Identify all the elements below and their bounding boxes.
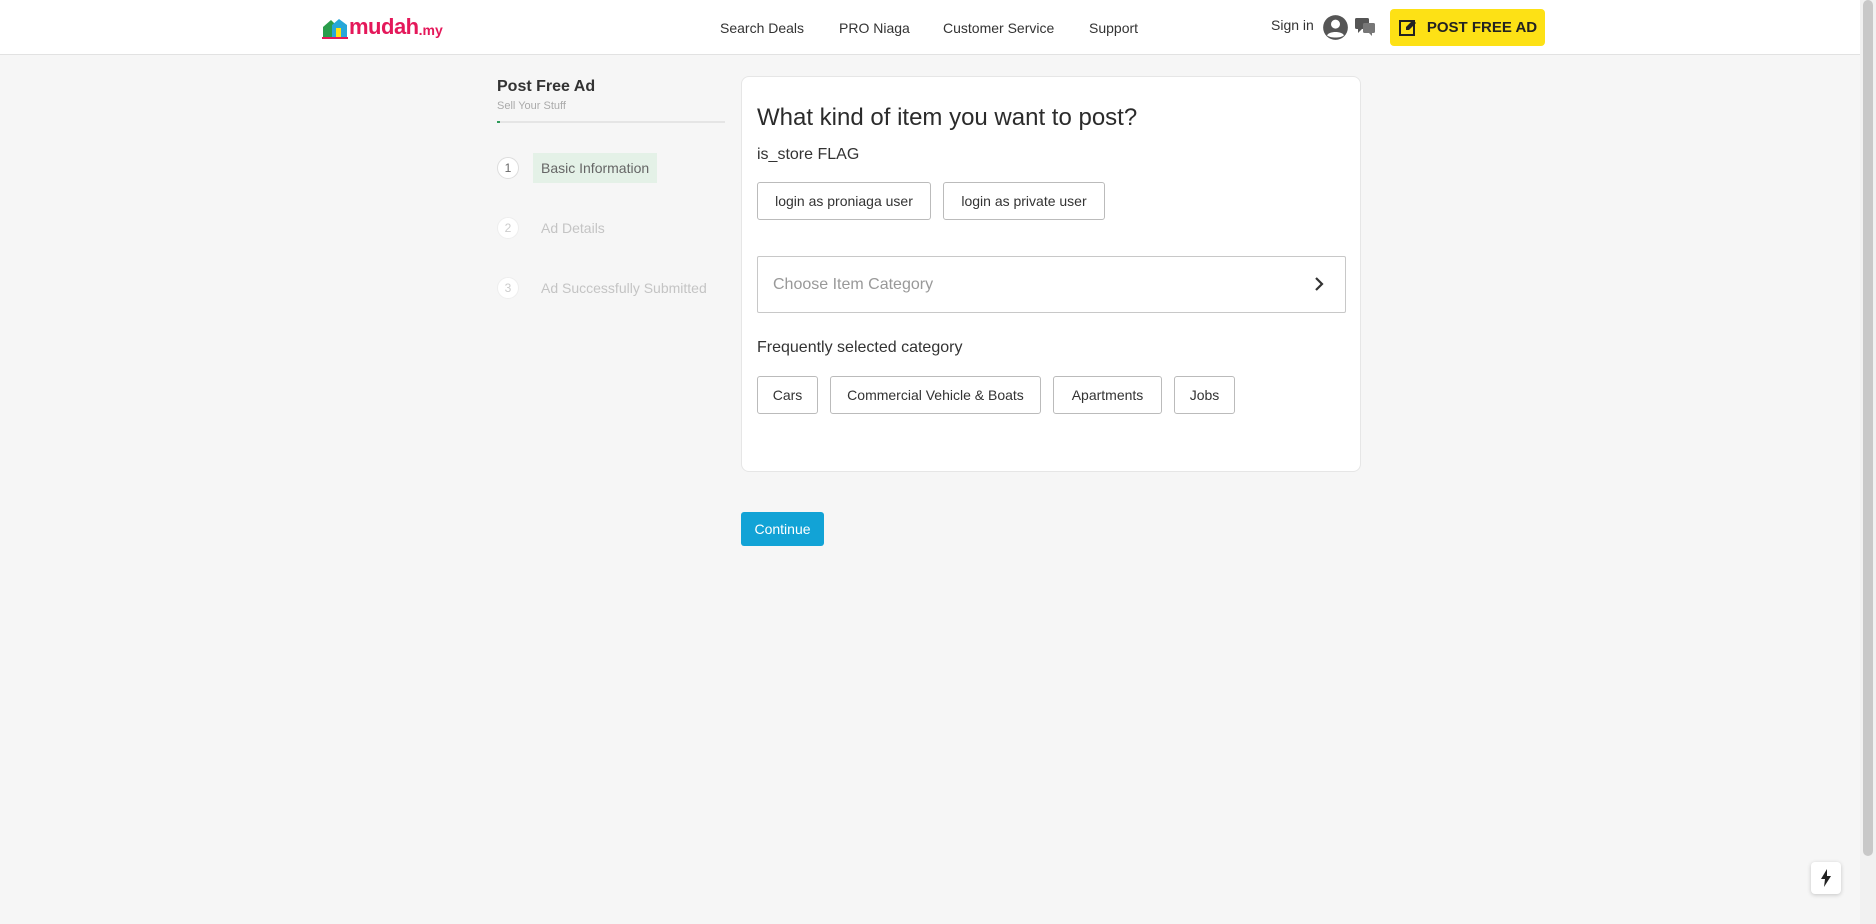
logo-suffix: .my: [418, 22, 443, 38]
step-label: Ad Successfully Submitted: [541, 280, 707, 296]
nav-search-deals[interactable]: Search Deals: [720, 20, 804, 36]
category-apartments-button[interactable]: Apartments: [1053, 376, 1162, 414]
mudah-logo[interactable]: mudah .my: [321, 14, 443, 40]
chat-icon[interactable]: [1354, 17, 1376, 42]
post-free-ad-label: POST FREE AD: [1426, 19, 1538, 36]
nav-support[interactable]: Support: [1089, 20, 1138, 36]
step-ad-details: 2 Ad Details: [497, 213, 613, 243]
sidebar-title: Post Free Ad: [497, 78, 596, 95]
top-header: mudah .my Search Deals PRO Niaga Custome…: [0, 0, 1860, 55]
step-label: Ad Details: [541, 220, 605, 236]
edit-icon: [1398, 18, 1418, 38]
lightning-bolt-icon[interactable]: [1811, 862, 1841, 894]
step-number: 3: [497, 277, 519, 299]
progress-bar: [497, 121, 725, 123]
sidebar-subtitle: Sell Your Stuff: [497, 100, 566, 112]
category-cars-button[interactable]: Cars: [757, 376, 818, 414]
logo-text: mudah: [349, 14, 419, 39]
card-title: What kind of item you want to post?: [757, 104, 1138, 131]
step-basic-information: 1 Basic Information: [497, 153, 658, 183]
category-commercial-vehicle-button[interactable]: Commercial Vehicle & Boats: [830, 376, 1041, 414]
step-ad-submitted: 3 Ad Successfully Submitted: [497, 273, 715, 303]
nav-pro-niaga[interactable]: PRO Niaga: [839, 20, 910, 36]
user-avatar-icon[interactable]: [1322, 14, 1349, 46]
nav-customer-service[interactable]: Customer Service: [943, 20, 1054, 36]
step-number: 2: [497, 217, 519, 239]
category-jobs-button[interactable]: Jobs: [1174, 376, 1235, 414]
chevron-right-icon: [1313, 275, 1325, 298]
post-free-ad-button[interactable]: POST FREE AD: [1390, 9, 1545, 46]
step-label: Basic Information: [533, 153, 658, 183]
scrollbar-thumb[interactable]: [1863, 0, 1873, 856]
page-scrollbar[interactable]: [1860, 0, 1876, 924]
login-private-button[interactable]: login as private user: [943, 182, 1105, 220]
category-placeholder: Choose Item Category: [773, 276, 934, 293]
frequent-category-label: Frequently selected category: [757, 339, 963, 356]
login-proniaga-button[interactable]: login as proniaga user: [757, 182, 931, 220]
is-store-flag-label: is_store FLAG: [757, 146, 860, 163]
item-type-card: What kind of item you want to post? is_s…: [741, 76, 1361, 472]
sign-in-link[interactable]: Sign in: [1271, 17, 1314, 33]
progress-bar-fill: [497, 121, 500, 123]
logo-house-icon: [322, 19, 348, 39]
step-number: 1: [497, 157, 519, 179]
continue-button[interactable]: Continue: [741, 512, 824, 546]
item-category-select[interactable]: Choose Item Category: [757, 256, 1346, 313]
